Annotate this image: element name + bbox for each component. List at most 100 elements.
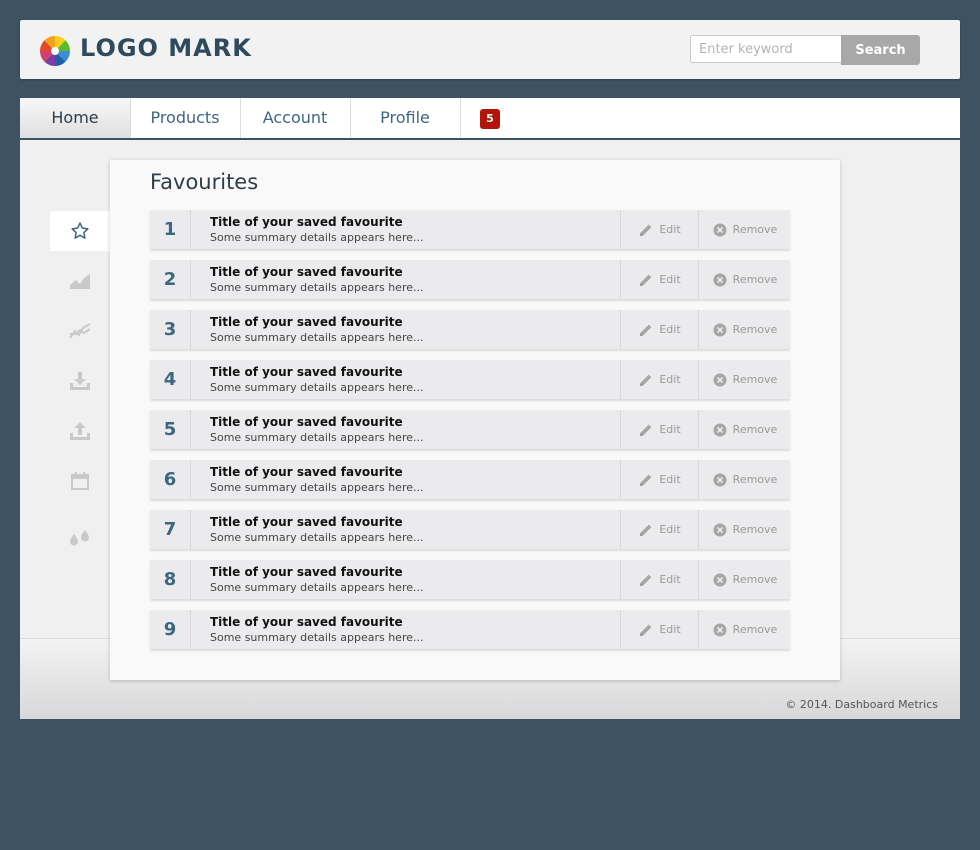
remove-button[interactable]: Remove xyxy=(698,260,791,299)
row-number: 4 xyxy=(150,360,191,399)
remove-button[interactable]: Remove xyxy=(698,460,791,499)
download-icon xyxy=(70,372,90,390)
calendar-icon xyxy=(71,472,89,490)
edit-button[interactable]: Edit xyxy=(620,310,699,349)
remove-button[interactable]: Remove xyxy=(698,360,791,399)
edit-button[interactable]: Edit xyxy=(620,210,699,249)
drops-icon xyxy=(70,530,89,546)
close-circle-icon xyxy=(713,523,727,536)
close-circle-icon xyxy=(713,473,727,486)
search-input[interactable] xyxy=(690,35,843,63)
row-title[interactable]: Title of your saved favourite xyxy=(210,215,403,229)
row-title[interactable]: Title of your saved favourite xyxy=(210,315,403,329)
remove-button[interactable]: Remove xyxy=(698,610,791,649)
row-summary: Some summary details appears here... xyxy=(210,231,424,244)
row-title[interactable]: Title of your saved favourite xyxy=(210,515,403,529)
sidebar-item-upload[interactable] xyxy=(50,411,110,451)
edit-label: Edit xyxy=(659,223,681,236)
row-number: 3 xyxy=(150,310,191,349)
remove-label: Remove xyxy=(732,473,778,486)
copyright-text: © 2014. Dashboard Metrics xyxy=(785,698,938,711)
favourite-row[interactable]: 2 Title of your saved favourite Some sum… xyxy=(150,260,790,299)
favourite-row[interactable]: 3 Title of your saved favourite Some sum… xyxy=(150,310,790,349)
edit-button[interactable]: Edit xyxy=(620,610,699,649)
remove-label: Remove xyxy=(732,523,778,536)
row-title[interactable]: Title of your saved favourite xyxy=(210,365,403,379)
edit-button[interactable]: Edit xyxy=(620,510,699,549)
close-circle-icon xyxy=(713,323,727,336)
star-icon xyxy=(71,222,89,239)
edit-button[interactable]: Edit xyxy=(620,560,699,599)
row-title[interactable]: Title of your saved favourite xyxy=(210,565,403,579)
area-chart-icon xyxy=(70,274,90,289)
edit-label: Edit xyxy=(659,573,681,586)
nav-bar: Home Products Account Profile 5 xyxy=(20,98,960,140)
sidebar-item-favourites[interactable] xyxy=(50,211,110,251)
favourite-row[interactable]: 4 Title of your saved favourite Some sum… xyxy=(150,360,790,399)
favourite-row[interactable]: 1 Title of your saved favourite Some sum… xyxy=(150,210,790,249)
edit-button[interactable]: Edit xyxy=(620,360,699,399)
close-circle-icon xyxy=(713,423,727,436)
sidebar-item-line-chart[interactable] xyxy=(50,311,110,351)
row-number: 8 xyxy=(150,560,191,599)
row-number: 9 xyxy=(150,610,191,649)
remove-button[interactable]: Remove xyxy=(698,410,791,449)
main-panel: © 2014. Dashboard Metrics Home Products … xyxy=(20,98,960,719)
sidebar-item-drops[interactable] xyxy=(50,518,110,558)
row-title[interactable]: Title of your saved favourite xyxy=(210,465,403,479)
row-number: 5 xyxy=(150,410,191,449)
favourite-row[interactable]: 5 Title of your saved favourite Some sum… xyxy=(150,410,790,449)
edit-label: Edit xyxy=(659,423,681,436)
search-button[interactable]: Search xyxy=(841,35,920,65)
remove-label: Remove xyxy=(732,423,778,436)
close-circle-icon xyxy=(713,223,727,236)
favourite-row[interactable]: 7 Title of your saved favourite Some sum… xyxy=(150,510,790,549)
pencil-icon xyxy=(640,624,652,636)
remove-label: Remove xyxy=(732,573,778,586)
tab-account[interactable]: Account xyxy=(240,98,351,138)
edit-button[interactable]: Edit xyxy=(620,460,699,499)
remove-label: Remove xyxy=(732,223,778,236)
row-number: 1 xyxy=(150,210,191,249)
tab-products[interactable]: Products xyxy=(130,98,241,138)
remove-button[interactable]: Remove xyxy=(698,210,791,249)
row-summary: Some summary details appears here... xyxy=(210,331,424,344)
remove-label: Remove xyxy=(732,373,778,386)
tab-home[interactable]: Home xyxy=(20,98,131,138)
row-number: 6 xyxy=(150,460,191,499)
row-summary: Some summary details appears here... xyxy=(210,381,424,394)
remove-label: Remove xyxy=(732,323,778,336)
pencil-icon xyxy=(640,274,652,286)
edit-label: Edit xyxy=(659,373,681,386)
favourites-card: Favourites 1 Title of your saved favouri… xyxy=(110,160,840,680)
remove-button[interactable]: Remove xyxy=(698,510,791,549)
row-number: 7 xyxy=(150,510,191,549)
pencil-icon xyxy=(640,224,652,236)
row-title[interactable]: Title of your saved favourite xyxy=(210,265,403,279)
page-title: Favourites xyxy=(150,170,259,194)
row-summary: Some summary details appears here... xyxy=(210,431,424,444)
pencil-icon xyxy=(640,574,652,586)
tab-profile[interactable]: Profile xyxy=(350,98,461,138)
favourite-row[interactable]: 8 Title of your saved favourite Some sum… xyxy=(150,560,790,599)
notification-badge[interactable]: 5 xyxy=(480,109,500,129)
remove-button[interactable]: Remove xyxy=(698,310,791,349)
edit-button[interactable]: Edit xyxy=(620,410,699,449)
row-summary: Some summary details appears here... xyxy=(210,631,424,644)
sidebar-item-area-chart[interactable] xyxy=(50,261,110,301)
remove-button[interactable]: Remove xyxy=(698,560,791,599)
color-wheel-icon[interactable] xyxy=(40,36,70,66)
pencil-icon xyxy=(640,474,652,486)
edit-button[interactable]: Edit xyxy=(620,260,699,299)
sidebar-item-calendar[interactable] xyxy=(50,461,110,501)
edit-label: Edit xyxy=(659,473,681,486)
pencil-icon xyxy=(640,524,652,536)
row-title[interactable]: Title of your saved favourite xyxy=(210,615,403,629)
logo-text[interactable]: LOGO MARK xyxy=(80,34,252,62)
sidebar-item-download[interactable] xyxy=(50,361,110,401)
close-circle-icon xyxy=(713,273,727,286)
upload-icon xyxy=(70,422,90,440)
favourite-row[interactable]: 6 Title of your saved favourite Some sum… xyxy=(150,460,790,499)
favourite-row[interactable]: 9 Title of your saved favourite Some sum… xyxy=(150,610,790,649)
row-title[interactable]: Title of your saved favourite xyxy=(210,415,403,429)
